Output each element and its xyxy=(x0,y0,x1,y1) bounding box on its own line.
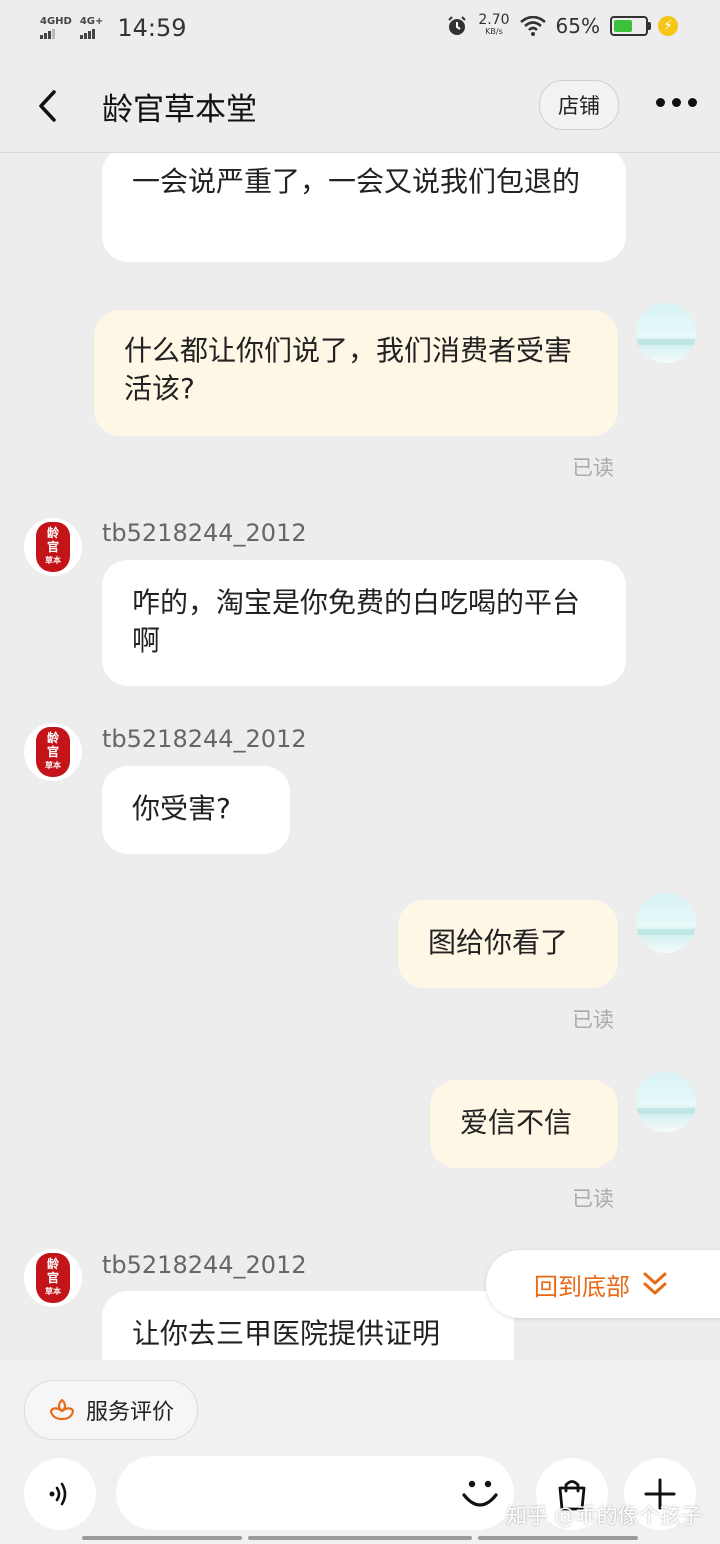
battery-percent: 65% xyxy=(555,14,600,38)
message-list[interactable]: 一会说严重了，一会又说我们包退的 什么都让你们说了，我们消费者受害活该? 已读 … xyxy=(0,153,720,1360)
nav-indicator xyxy=(82,1536,242,1540)
nav-indicator xyxy=(478,1536,638,1540)
network-label-1: 4GHD xyxy=(40,16,72,27)
clock: 14:59 xyxy=(117,14,187,42)
sender-name: tb5218244_2012 xyxy=(102,725,307,753)
avatar[interactable] xyxy=(636,303,696,363)
network-label-2: 4G+ xyxy=(79,16,104,27)
status-right: 2.70 KB/s 65% ⚡ xyxy=(446,13,678,38)
shop-seal-logo: 龄 官 草本 xyxy=(36,727,70,777)
avatar[interactable]: 龄 官 草本 xyxy=(24,1249,82,1307)
service-rating-label: 服务评价 xyxy=(85,1400,174,1425)
shop-seal-logo: 龄 官 草本 xyxy=(36,1253,70,1303)
back-to-bottom-button[interactable]: 回到底部 xyxy=(486,1250,720,1318)
shop-button[interactable]: 店铺 xyxy=(539,80,619,130)
message-bubble[interactable]: 你受害? xyxy=(102,766,290,854)
chat-header: 龄官草本堂 店铺 xyxy=(0,58,720,153)
message-text: 咋的，淘宝是你免费的白吃喝的平台啊 xyxy=(132,586,581,657)
voice-icon xyxy=(49,1482,67,1506)
message-text: 什么都让你们说了，我们消费者受害活该? xyxy=(124,334,573,405)
sender-name: tb5218244_2012 xyxy=(102,519,307,547)
charging-icon: ⚡ xyxy=(658,16,678,36)
status-bar: 4GHD 4G+ 14:59 2.70 KB/s 65% ⚡ xyxy=(0,0,720,58)
seal-char: 龄 xyxy=(46,731,59,745)
input-bar: 服务评价 知乎 @乖的像个孩子 xyxy=(0,1360,720,1544)
shop-seal-logo: 龄 官 草本 xyxy=(36,522,70,572)
message-text: 图给你看了 xyxy=(428,926,569,959)
message-text: 一会说严重了，一会又说我们包退的 xyxy=(132,165,581,198)
battery-icon xyxy=(610,16,651,36)
sender-name: tb5218244_2012 xyxy=(102,1251,307,1279)
battery-fill xyxy=(614,20,632,32)
read-receipt: 已读 xyxy=(572,1187,614,1211)
emoji-icon[interactable] xyxy=(458,1471,502,1515)
seal-char: 龄 xyxy=(46,1257,59,1271)
seal-char: 龄 xyxy=(46,526,59,540)
back-icon[interactable] xyxy=(34,86,62,126)
page-title: 龄官草本堂 xyxy=(102,92,257,128)
message-bubble[interactable]: 咋的，淘宝是你免费的白吃喝的平台啊 xyxy=(102,560,626,686)
flower-icon xyxy=(49,1398,75,1421)
service-rating-button[interactable]: 服务评价 xyxy=(24,1380,198,1440)
message-bubble[interactable]: 一会说严重了，一会又说我们包退的 xyxy=(102,153,626,262)
alarm-icon xyxy=(448,16,467,35)
message-bubble[interactable]: 让你去三甲医院提供证明 xyxy=(102,1291,514,1360)
message-text: 爱信不信 xyxy=(460,1106,573,1139)
voice-button[interactable] xyxy=(24,1458,96,1530)
seal-char: 官 xyxy=(46,1271,59,1285)
network-indicator-2: 4G+ xyxy=(79,16,104,39)
message-bubble[interactable]: 什么都让你们说了，我们消费者受害活该? xyxy=(94,310,618,436)
signal-icon xyxy=(40,29,72,39)
message-text: 你受害? xyxy=(132,792,231,825)
message-bubble[interactable]: 爱信不信 xyxy=(430,1080,618,1168)
chevron-down-double-icon xyxy=(643,1272,667,1295)
seal-char: 草本 xyxy=(45,556,61,565)
read-receipt: 已读 xyxy=(572,1008,614,1032)
status-left: 4GHD 4G+ 14:59 xyxy=(40,14,187,42)
wifi-icon xyxy=(519,16,546,36)
message-input[interactable] xyxy=(116,1456,514,1530)
watermark: 知乎 @乖的像个孩子 xyxy=(506,1504,702,1528)
more-icon[interactable] xyxy=(656,98,697,107)
network-indicator-1: 4GHD xyxy=(40,17,72,39)
seal-char: 官 xyxy=(46,540,59,554)
seal-char: 官 xyxy=(46,745,59,759)
seal-char: 草本 xyxy=(45,761,61,770)
network-speed: 2.70 KB/s xyxy=(478,13,509,38)
back-to-bottom-label: 回到底部 xyxy=(534,1272,630,1301)
message-bubble[interactable]: 图给你看了 xyxy=(398,900,618,988)
nav-indicator xyxy=(248,1536,472,1540)
read-receipt: 已读 xyxy=(572,456,614,480)
seal-char: 草本 xyxy=(45,1287,61,1296)
avatar[interactable]: 龄 官 草本 xyxy=(24,723,82,781)
avatar[interactable]: 龄 官 草本 xyxy=(24,518,82,576)
avatar[interactable] xyxy=(636,1072,696,1132)
signal-icon xyxy=(79,29,104,39)
message-text: 让你去三甲医院提供证明 xyxy=(132,1317,441,1350)
avatar[interactable] xyxy=(636,893,696,953)
